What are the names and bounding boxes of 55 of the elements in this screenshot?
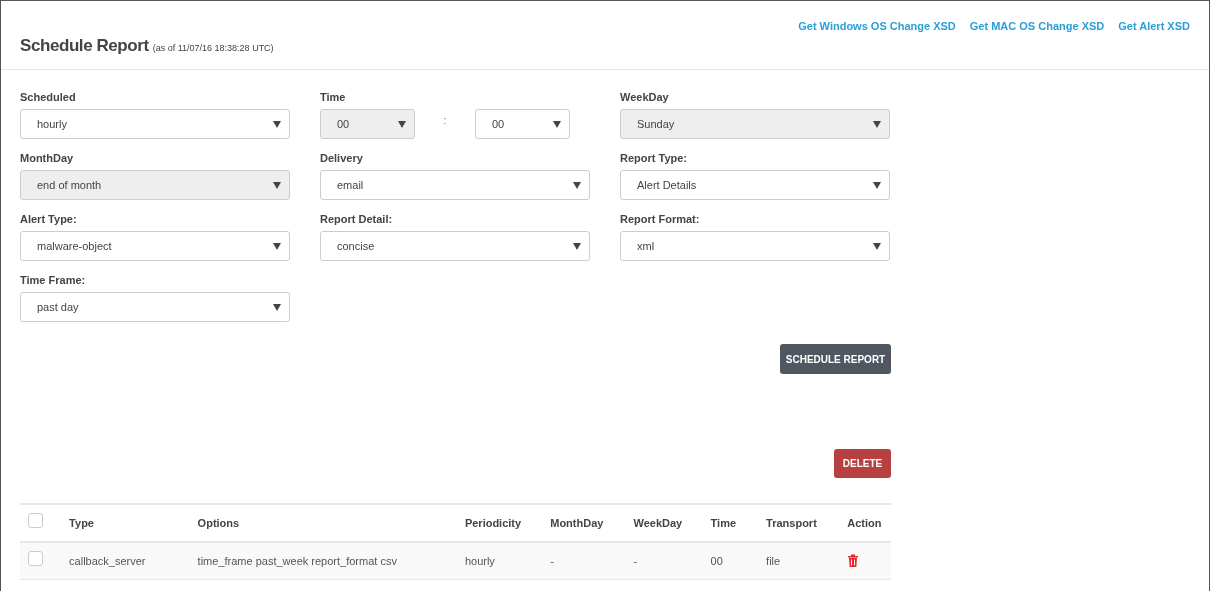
dropdown[interactable]: email (320, 170, 590, 200)
caret-icon (398, 120, 406, 128)
dropdown[interactable]: past day (20, 292, 290, 322)
field-label: MonthDay (20, 151, 75, 164)
column-header: Time (710, 516, 737, 529)
dropdown: 00 (320, 109, 415, 139)
column-header: WeekDay (633, 516, 683, 529)
caret-icon (273, 181, 281, 189)
caret-icon (873, 242, 881, 250)
table-cell: time_frame past_week report_format csv (197, 554, 397, 567)
page-title: Schedule Report (20, 35, 149, 57)
caret-icon (273, 242, 281, 250)
column-header: Type (69, 516, 94, 529)
column-header: Periodicity (464, 516, 522, 529)
table-cell: hourly (464, 554, 495, 567)
delete-button[interactable]: DELETE (834, 449, 891, 478)
field-label: Report Detail: (320, 212, 394, 225)
field-label: Delivery (320, 151, 364, 164)
caret-icon (873, 120, 881, 128)
dropdown: end of month (20, 170, 290, 200)
caret-icon (873, 181, 881, 189)
caret-icon (573, 242, 581, 250)
field-label: Time Frame: (20, 273, 87, 286)
table-cell: callback_server (69, 554, 146, 567)
field-label: WeekDay (620, 90, 670, 103)
table-cell: file (766, 554, 781, 567)
time-separator: : (442, 113, 448, 128)
caret-icon (273, 120, 281, 128)
field-label: Alert Type: (20, 212, 78, 225)
table-cell: - (633, 554, 638, 567)
checkbox[interactable] (28, 551, 43, 566)
schedule-report-button[interactable]: SCHEDULE REPORT (780, 344, 891, 374)
caret-icon (273, 303, 281, 311)
table-cell: - (550, 554, 554, 567)
trash-icon[interactable] (847, 554, 860, 568)
dropdown[interactable]: malware-object (20, 231, 290, 261)
column-header: Options (197, 516, 240, 529)
dropdown[interactable]: concise (320, 231, 590, 261)
dropdown[interactable]: 00 (475, 109, 570, 139)
caret-icon (573, 181, 581, 189)
dropdown: Sunday (620, 109, 890, 139)
table-cell: 00 (710, 554, 723, 567)
column-header: Transport (766, 516, 817, 529)
dropdown[interactable]: xml (620, 231, 890, 261)
dropdown[interactable]: Alert Details (620, 170, 890, 200)
column-header: MonthDay (550, 516, 604, 529)
caret-icon (553, 120, 561, 128)
field-label: Report Type: (620, 151, 689, 164)
checkbox[interactable] (28, 513, 43, 529)
timestamp: (as of 11/07/16 18:38:28 UTC) (152, 42, 274, 55)
field-label: Time (320, 90, 347, 103)
dropdown[interactable]: hourly (20, 109, 290, 139)
field-label: Report Format: (620, 212, 701, 225)
column-header: Action (847, 516, 882, 529)
field-label: Scheduled (20, 90, 77, 103)
